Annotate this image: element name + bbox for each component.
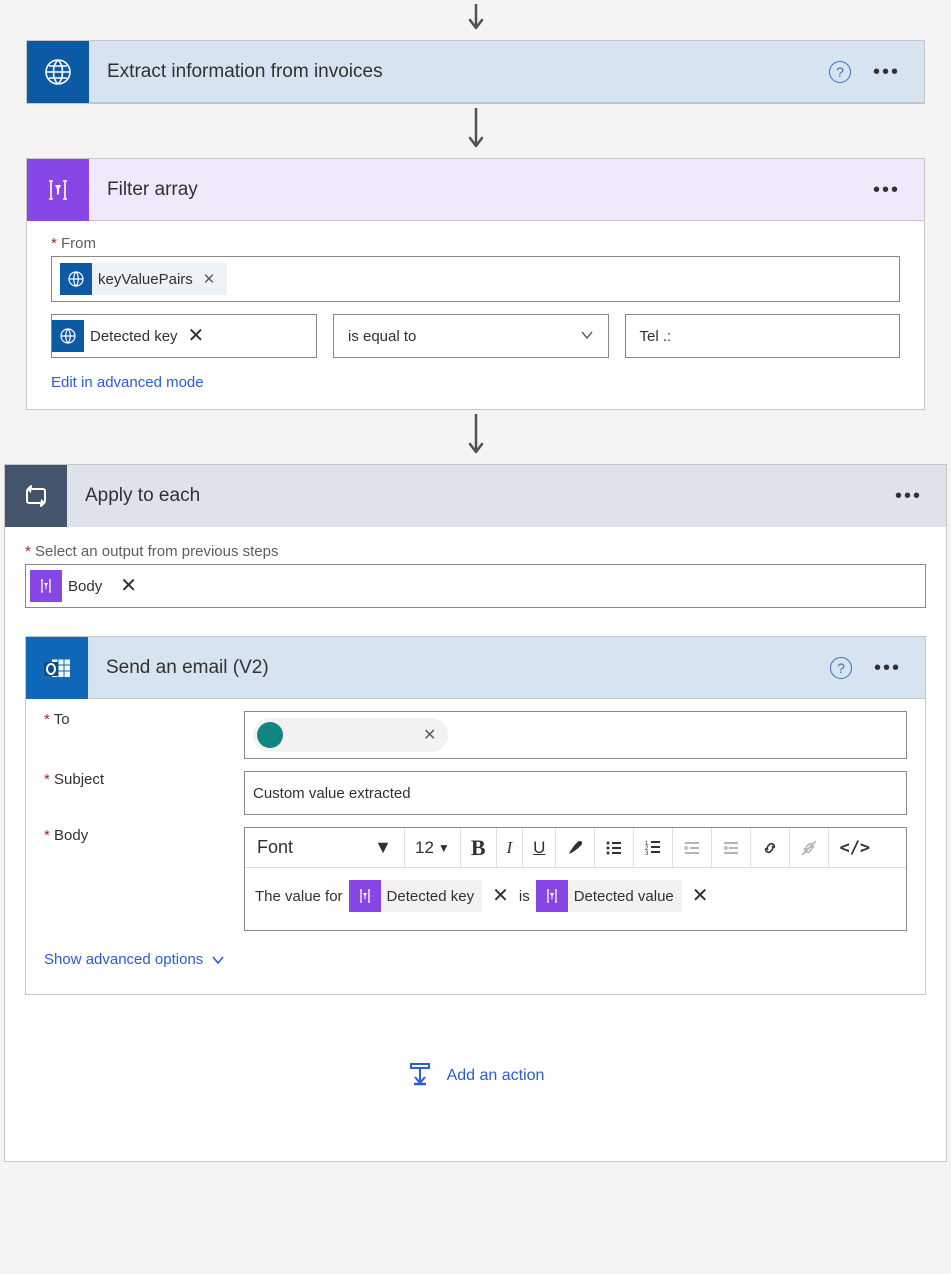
to-label: * To bbox=[44, 711, 244, 728]
rte-underline-icon[interactable]: U bbox=[523, 828, 556, 867]
step-title: Filter array bbox=[89, 179, 873, 201]
rte-toolbar: Font▼ 12▼ B I U bbox=[245, 828, 906, 868]
rte-indent-icon[interactable] bbox=[712, 828, 751, 867]
help-icon[interactable]: ? bbox=[830, 657, 852, 679]
condition-row: Detected key ✕ is equal to Tel .: bbox=[51, 314, 900, 358]
more-icon[interactable]: ••• bbox=[895, 486, 922, 506]
step-title: Extract information from invoices bbox=[89, 61, 829, 83]
connector-arrow bbox=[0, 104, 951, 158]
rte-unlink-icon[interactable] bbox=[790, 828, 829, 867]
recipient-pill[interactable]: ✕ bbox=[253, 718, 448, 752]
show-advanced-options[interactable]: Show advanced options bbox=[44, 951, 225, 968]
condition-operator-select[interactable]: is equal to bbox=[333, 314, 609, 358]
from-label: * From bbox=[51, 235, 900, 252]
connector-arrow bbox=[0, 0, 951, 40]
subject-label: * Subject bbox=[44, 771, 244, 788]
rte-outdent-icon[interactable] bbox=[673, 828, 712, 867]
step-title: Apply to each bbox=[67, 485, 895, 507]
data-operations-icon bbox=[27, 159, 89, 221]
more-icon[interactable]: ••• bbox=[873, 62, 900, 82]
add-action-icon bbox=[407, 1061, 433, 1091]
ai-builder-icon bbox=[60, 263, 92, 295]
data-operations-icon bbox=[30, 570, 62, 602]
ai-builder-icon bbox=[27, 41, 89, 103]
select-output-label: * Select an output from previous steps bbox=[25, 543, 926, 560]
token-keyvaluepairs[interactable]: keyValuePairs ✕ bbox=[60, 263, 227, 295]
step-apply-to-each[interactable]: Apply to each ••• * Select an output fro… bbox=[4, 464, 947, 1162]
help-icon[interactable]: ? bbox=[829, 61, 851, 83]
rte-numbered-icon[interactable]: 123 bbox=[634, 828, 673, 867]
loop-icon bbox=[5, 465, 67, 527]
more-icon[interactable]: ••• bbox=[873, 180, 900, 200]
more-icon[interactable]: ••• bbox=[874, 658, 901, 678]
condition-value-input[interactable]: Tel .: bbox=[625, 314, 901, 358]
remove-token-icon[interactable]: ✕ bbox=[199, 270, 220, 288]
add-action-button[interactable]: Add an action bbox=[25, 995, 926, 1131]
outlook-icon bbox=[26, 637, 88, 699]
from-input[interactable]: keyValuePairs ✕ bbox=[51, 256, 900, 302]
rte-size-select[interactable]: 12▼ bbox=[405, 828, 461, 867]
to-input[interactable]: ✕ bbox=[244, 711, 907, 759]
rte-link-icon[interactable] bbox=[751, 828, 790, 867]
select-output-input[interactable]: Body ✕ bbox=[25, 564, 926, 608]
chevron-down-icon bbox=[580, 328, 594, 345]
avatar bbox=[257, 722, 283, 748]
rte-bullets-icon[interactable] bbox=[595, 828, 634, 867]
rte-code-icon[interactable]: </> bbox=[829, 828, 880, 867]
ai-builder-icon bbox=[52, 320, 84, 352]
rte-font-select[interactable]: Font▼ bbox=[245, 828, 405, 867]
remove-token-icon[interactable]: ✕ bbox=[116, 576, 141, 596]
rte-italic-icon[interactable]: I bbox=[497, 828, 524, 867]
remove-token-icon[interactable]: ✕ bbox=[184, 326, 209, 346]
edit-advanced-link[interactable]: Edit in advanced mode bbox=[51, 374, 204, 391]
rte-content[interactable]: The value for Detected key ✕ is bbox=[245, 868, 906, 930]
remove-recipient-icon[interactable]: ✕ bbox=[423, 725, 436, 745]
data-operations-icon bbox=[536, 880, 568, 912]
svg-text:3: 3 bbox=[645, 851, 649, 857]
subject-input[interactable]: Custom value extracted bbox=[244, 771, 907, 815]
condition-left[interactable]: Detected key ✕ bbox=[51, 314, 317, 358]
body-label: * Body bbox=[44, 827, 244, 844]
rte-color-icon[interactable] bbox=[556, 828, 595, 867]
remove-token-icon[interactable]: ✕ bbox=[488, 886, 513, 906]
body-editor[interactable]: Font▼ 12▼ B I U bbox=[244, 827, 907, 931]
remove-token-icon[interactable]: ✕ bbox=[688, 886, 713, 906]
step-title: Send an email (V2) bbox=[88, 657, 830, 679]
step-send-email[interactable]: Send an email (V2) ? ••• * To ✕ bbox=[25, 636, 926, 995]
step-filter-array[interactable]: Filter array ••• * From keyValuePairs ✕ bbox=[26, 158, 925, 410]
data-operations-icon bbox=[349, 880, 381, 912]
rte-bold-icon[interactable]: B bbox=[461, 828, 497, 867]
step-extract-invoices[interactable]: Extract information from invoices ? ••• bbox=[26, 40, 925, 104]
connector-arrow bbox=[0, 410, 951, 464]
